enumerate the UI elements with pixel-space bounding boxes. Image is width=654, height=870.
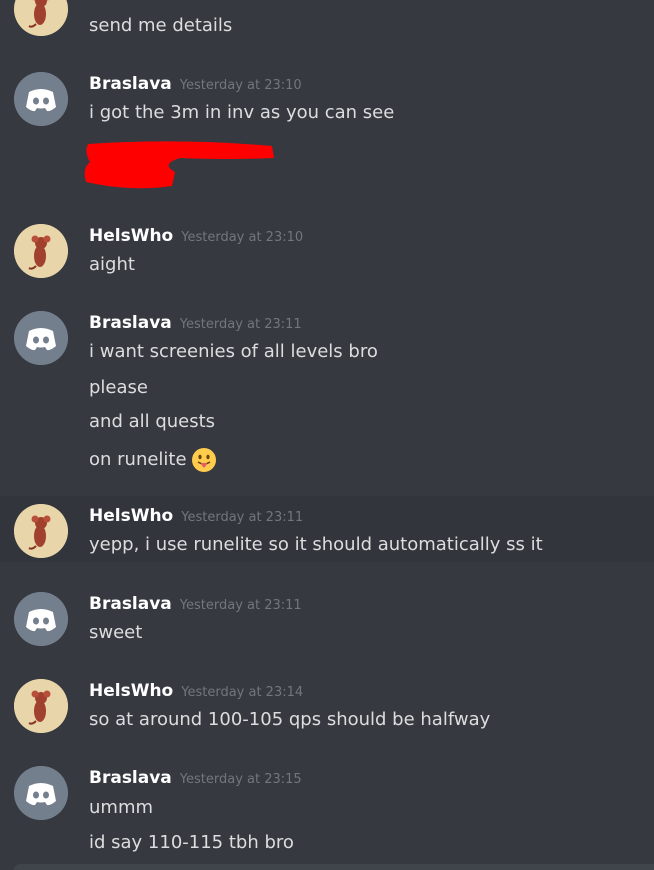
user-avatar[interactable] <box>14 0 68 36</box>
message-text: sweet <box>89 622 143 643</box>
author-name[interactable]: Braslava <box>89 313 172 333</box>
message-text: yepp, i use runelite so it should automa… <box>89 534 543 555</box>
message-timestamp[interactable]: Yesterday at 23:15 <box>180 772 302 787</box>
jerry-avatar-icon <box>14 0 68 36</box>
user-avatar[interactable] <box>14 592 68 646</box>
jerry-avatar-icon <box>14 224 68 278</box>
message-text: id say 110-115 tbh bro <box>89 832 294 853</box>
message-text: ummm <box>89 797 154 818</box>
discord-logo-icon <box>14 766 68 820</box>
message-header: Braslava Yesterday at 23:11 <box>89 311 302 335</box>
author-name[interactable]: Braslava <box>89 768 172 788</box>
message-header: HelsWho Yesterday at 23:10 <box>89 224 303 248</box>
message-timestamp[interactable]: Yesterday at 23:11 <box>181 510 303 525</box>
message-header: Braslava Yesterday at 23:11 <box>89 592 302 616</box>
discord-logo-icon <box>14 311 68 365</box>
message-text: so at around 100-105 qps should be halfw… <box>89 709 491 730</box>
message-timestamp[interactable]: Yesterday at 23:11 <box>180 317 302 332</box>
message-timestamp[interactable]: Yesterday at 23:11 <box>180 598 302 613</box>
author-name[interactable]: HelsWho <box>89 681 173 701</box>
message-header: Braslava Yesterday at 23:10 <box>89 72 302 96</box>
message-text: send me details <box>89 15 233 36</box>
message-timestamp[interactable]: Yesterday at 23:10 <box>181 230 303 245</box>
tongue-out-emoji-icon[interactable] <box>191 447 217 473</box>
user-avatar[interactable] <box>14 224 68 278</box>
message-timestamp[interactable]: Yesterday at 23:14 <box>181 685 303 700</box>
author-name[interactable]: Braslava <box>89 74 172 94</box>
chat-message-list[interactable]: send me details Braslava Yesterday at 23:… <box>0 0 654 870</box>
user-avatar[interactable] <box>14 766 68 820</box>
jerry-avatar-icon <box>14 504 68 558</box>
author-name[interactable]: HelsWho <box>89 226 173 246</box>
author-name[interactable]: HelsWho <box>89 506 173 526</box>
message-header: HelsWho Yesterday at 23:14 <box>89 679 303 703</box>
message-header: HelsWho Yesterday at 23:11 <box>89 504 303 528</box>
jerry-avatar-icon <box>14 679 68 733</box>
message-text: i want screenies of all levels bro <box>89 341 378 362</box>
message-input-edge[interactable] <box>14 864 654 870</box>
message-timestamp[interactable]: Yesterday at 23:10 <box>180 78 302 93</box>
discord-logo-icon <box>14 72 68 126</box>
message-line-with-emoji: on runelite <box>89 447 217 473</box>
message-header: Braslava Yesterday at 23:15 <box>89 766 302 790</box>
discord-logo-icon <box>14 592 68 646</box>
redacted-image[interactable] <box>80 136 280 192</box>
user-avatar[interactable] <box>14 679 68 733</box>
user-avatar[interactable] <box>14 72 68 126</box>
message-text: on runelite <box>89 449 187 470</box>
message-text: i got the 3m in inv as you can see <box>89 102 395 123</box>
message-text: and all quests <box>89 411 216 432</box>
message-text: please <box>89 377 148 398</box>
author-name[interactable]: Braslava <box>89 594 172 614</box>
message-text: aight <box>89 254 135 275</box>
user-avatar[interactable] <box>14 311 68 365</box>
user-avatar[interactable] <box>14 504 68 558</box>
